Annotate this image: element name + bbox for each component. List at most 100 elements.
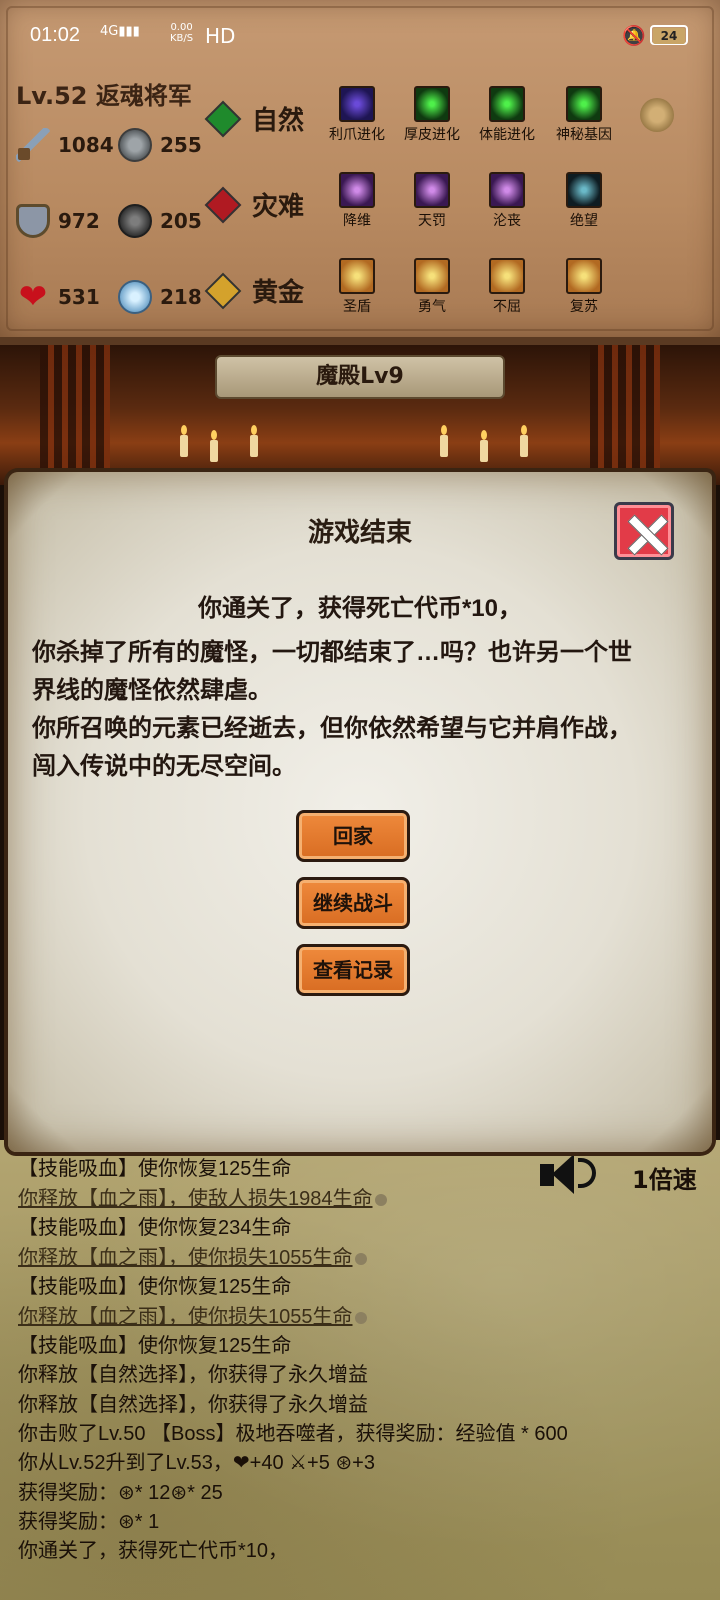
skill-label: 利爪进化: [329, 127, 385, 143]
skill-slot[interactable]: 不屈: [467, 258, 547, 316]
skill-label: 神秘基因: [556, 127, 612, 143]
view-records-button[interactable]: 查看记录: [296, 944, 410, 996]
skill-slot[interactable]: 绝望: [544, 172, 624, 230]
hp-stat: ❤ 531: [16, 280, 100, 314]
pillar-decoration: [590, 345, 660, 475]
skill-slot[interactable]: 降维: [317, 172, 397, 230]
player-level-name: Lv.52 返魂将军: [16, 82, 192, 110]
log-line-link[interactable]: 你释放【血之雨】，使你损失1055生命: [18, 1300, 367, 1329]
skill-label: 厚皮进化: [404, 127, 460, 143]
log-line: 你释放【自然选择】，你获得了永久增益: [18, 1364, 368, 1386]
skill-label: 绝望: [570, 213, 598, 229]
fall-skill-icon: [489, 172, 525, 208]
element-row-nature: 自然: [204, 100, 322, 137]
skill-slot[interactable]: 天罚: [392, 172, 472, 230]
skill-slot[interactable]: 体能进化: [467, 86, 547, 144]
attack-stat: 1084: [16, 128, 114, 162]
log-line-link[interactable]: 你释放【血之雨】，使你损失1055生命: [18, 1241, 367, 1270]
log-line: 【技能吸血】使你恢复125生命: [18, 1335, 292, 1357]
skill-label: 不屈: [493, 299, 521, 315]
log-line: 【技能吸血】使你恢复125生命: [18, 1276, 292, 1298]
stage-banner: 魔殿Lv9: [215, 355, 505, 399]
continue-battle-button[interactable]: 继续战斗: [296, 877, 410, 929]
dialog-line: 你杀掉了所有的魔怪，一切都结束了…吗？也许另一个世: [32, 639, 632, 666]
thick-skin-skill-icon: [414, 86, 450, 122]
log-line-text: 你释放【血之雨】，使敌人损失1984生命: [18, 1188, 373, 1210]
skill-slot[interactable]: 复苏: [544, 258, 624, 316]
skill-label: 沦丧: [493, 213, 521, 229]
skill-label: 体能进化: [479, 127, 535, 143]
dark-coin-icon: [118, 204, 152, 238]
speed-toggle[interactable]: 1倍速: [632, 1160, 697, 1195]
candle-decoration: [480, 430, 488, 462]
speaker-wave: [578, 1158, 596, 1188]
claw-skill-icon: [339, 86, 375, 122]
attack-value: 1084: [58, 133, 114, 157]
coin1-stat: 255: [118, 128, 202, 162]
ice-coin-icon: [118, 280, 152, 314]
silver-coin-icon: [118, 128, 152, 162]
coin-icon: [354, 1311, 367, 1324]
skill-slot[interactable]: 神秘基因: [544, 86, 624, 144]
pillar-decoration: [40, 345, 110, 475]
green-gem-icon: [204, 100, 242, 137]
candle-decoration: [210, 430, 218, 462]
dialog-line: 你所召唤的元素已经逝去，但你依然希望与它并肩作战，: [32, 715, 632, 742]
gold-gem-icon: [204, 272, 242, 309]
candle-decoration: [520, 425, 528, 457]
log-line: 获得奖励：⊛* 1: [18, 1511, 160, 1533]
log-line-link[interactable]: 你释放【血之雨】，使敌人损失1984生命: [18, 1182, 387, 1211]
skill-slot[interactable]: 沦丧: [467, 172, 547, 230]
dialog-line: 界线的魔怪依然肆虐。: [32, 677, 272, 704]
coin2-value: 205: [160, 209, 202, 233]
home-button[interactable]: 回家: [296, 810, 410, 862]
dialog-line: 你通关了，获得死亡代币*10，: [197, 595, 523, 622]
coin3-value: 218: [160, 285, 202, 309]
dialog-title: 游戏结束: [307, 518, 412, 548]
skill-slot[interactable]: 勇气: [392, 258, 472, 316]
holy-shield-skill-icon: [339, 258, 375, 294]
status-bar: 01:02 4G▮▮▮ 0.00 KB/S HD 🔕 24: [0, 0, 720, 70]
gene-skill-icon: [566, 86, 602, 122]
candle-decoration: [440, 425, 448, 457]
element-name: 自然: [252, 106, 305, 136]
courage-skill-icon: [414, 258, 450, 294]
net-speed-unit: KB/S: [170, 33, 194, 44]
log-line-text: 你释放【血之雨】，使你损失1055生命: [18, 1306, 353, 1328]
unyielding-skill-icon: [489, 258, 525, 294]
skill-label: 勇气: [418, 299, 446, 315]
signal-icon: 4G▮▮▮: [100, 24, 140, 39]
candle-decoration: [250, 425, 258, 457]
despair-skill-icon: [566, 172, 602, 208]
net-speed-value: 0.00: [170, 22, 193, 33]
gold-coin-icon[interactable]: [640, 98, 674, 132]
element-name: 黄金: [252, 278, 305, 308]
skill-slot[interactable]: 圣盾: [317, 258, 397, 316]
log-line: 【技能吸血】使你恢复125生命: [18, 1158, 292, 1180]
skill-label: 复苏: [570, 299, 598, 315]
log-line: 你释放【自然选择】，你获得了永久增益: [18, 1394, 368, 1416]
signal-label: 4G: [100, 24, 119, 39]
skill-slot[interactable]: 利爪进化: [317, 86, 397, 144]
defense-value: 972: [58, 209, 100, 233]
battery-icon: 24: [650, 25, 688, 45]
log-line: 你通关了，获得死亡代币*10，: [18, 1540, 289, 1562]
log-line: 获得奖励：⊛* 12⊛* 25: [18, 1482, 223, 1504]
log-line: 【技能吸血】使你恢复234生命: [18, 1217, 292, 1239]
defense-stat: 972: [16, 204, 100, 238]
punishment-skill-icon: [414, 172, 450, 208]
coin2-stat: 205: [118, 204, 202, 238]
element-name: 灾难: [252, 192, 305, 222]
revive-skill-icon: [566, 258, 602, 294]
battle-log[interactable]: 【技能吸血】使你恢复125生命 你释放【血之雨】，使敌人损失1984生命 【技能…: [0, 1140, 720, 1600]
speaker-cone: [552, 1154, 574, 1194]
skill-slot[interactable]: 厚皮进化: [392, 86, 472, 144]
element-row-disaster: 灾难: [204, 186, 322, 223]
net-speed: 0.00 KB/S: [170, 22, 193, 44]
game-over-dialog: 游戏结束 你通关了，获得死亡代币*10， 你杀掉了所有的魔怪，一切都结束了…吗？…: [8, 472, 712, 1152]
close-button[interactable]: [614, 502, 674, 560]
speaker-icon[interactable]: [540, 1152, 600, 1196]
hd-label: HD: [205, 24, 236, 48]
mute-bell-icon: 🔕: [622, 25, 646, 47]
coin-icon: [374, 1193, 387, 1206]
